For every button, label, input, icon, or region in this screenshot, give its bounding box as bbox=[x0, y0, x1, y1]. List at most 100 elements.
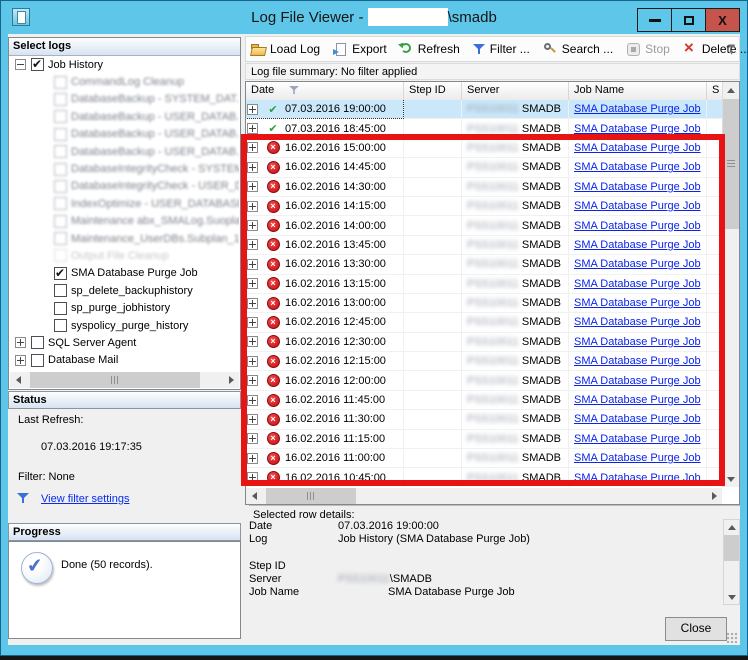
tree-item-databasebackup---system-dat---[interactable]: DatabaseBackup - SYSTEM_DAT... bbox=[10, 91, 239, 108]
expand-icon[interactable] bbox=[247, 472, 258, 484]
job-name-link[interactable]: SMA Database Purge Job bbox=[574, 316, 701, 328]
table-row[interactable]: × 16.02.2016 11:00:00 PSS10011 SMADB SMA Da… bbox=[246, 449, 722, 469]
job-name-link[interactable]: SMA Database Purge Job bbox=[574, 239, 701, 251]
scroll-right-arrow-icon[interactable] bbox=[223, 372, 239, 388]
expand-icon[interactable] bbox=[15, 354, 26, 366]
tree-checkbox[interactable] bbox=[54, 232, 67, 246]
scroll-left-arrow-icon[interactable] bbox=[246, 488, 262, 504]
toolbar-button-filter----[interactable]: Filter ... bbox=[472, 42, 530, 56]
tree-checkbox[interactable] bbox=[54, 197, 67, 211]
tree-item-database-mail[interactable]: Database Mail bbox=[10, 352, 239, 369]
table-row[interactable]: × 16.02.2016 12:15:00 PSS10011 SMADB SMA Da… bbox=[246, 352, 722, 372]
table-row[interactable]: × 16.02.2016 15:00:00 PSS10011 SMADB SMA Da… bbox=[246, 138, 722, 159]
expand-icon[interactable] bbox=[247, 123, 258, 135]
tree-item-sql-server-agent[interactable]: SQL Server Agent bbox=[10, 334, 239, 351]
table-row[interactable]: × 16.02.2016 10:45:00 PSS10011 SMADB SMA Da… bbox=[246, 468, 722, 487]
row-expand-cell[interactable] bbox=[246, 468, 264, 486]
job-name-link[interactable]: SMA Database Purge Job bbox=[574, 258, 701, 270]
row-expand-cell[interactable] bbox=[246, 333, 264, 351]
column-header-date[interactable]: Date bbox=[246, 82, 404, 100]
job-name-link[interactable]: SMA Database Purge Job bbox=[574, 355, 701, 367]
expand-icon[interactable] bbox=[247, 142, 258, 154]
tree-item-databaseintegritycheck---user-d---[interactable]: DatabaseIntegrityCheck - USER_D... bbox=[10, 178, 239, 195]
tree-checkbox[interactable] bbox=[54, 319, 67, 333]
row-expand-cell[interactable] bbox=[246, 449, 264, 467]
tree-item-maintenance-abx-smalog-suopla---[interactable]: Maintenance abx_SMALog.Suopla... bbox=[10, 213, 239, 230]
scroll-up-arrow-icon[interactable] bbox=[723, 82, 739, 98]
tree-checkbox[interactable] bbox=[54, 110, 67, 124]
tree-item-maintenance-userdbs-subplan-1[interactable]: Maintenance_UserDBs.Subplan_1 bbox=[10, 230, 239, 247]
scroll-down-arrow-icon[interactable] bbox=[724, 590, 739, 604]
grid-horizontal-scrollbar[interactable] bbox=[246, 488, 722, 504]
job-name-link[interactable]: SMA Database Purge Job bbox=[574, 375, 701, 387]
row-expand-cell[interactable] bbox=[246, 255, 264, 273]
tree-checkbox[interactable] bbox=[54, 214, 67, 228]
job-name-link[interactable]: SMA Database Purge Job bbox=[574, 161, 701, 173]
tree-scrollbar-thumb[interactable] bbox=[30, 372, 200, 388]
tree-horizontal-scrollbar[interactable] bbox=[10, 372, 239, 388]
row-expand-cell[interactable] bbox=[246, 352, 264, 370]
tree-item-commandlog-cleanup[interactable]: CommandLog Cleanup bbox=[10, 73, 239, 90]
table-row[interactable]: × 16.02.2016 12:30:00 PSS10011 SMADB SMA Da… bbox=[246, 332, 722, 353]
table-row[interactable]: ✔ 07.03.2016 19:00:00 PSS10011 SMADB SMA Da… bbox=[246, 100, 722, 120]
job-name-link[interactable]: SMA Database Purge Job bbox=[574, 200, 701, 212]
row-expand-cell[interactable] bbox=[246, 119, 264, 137]
table-row[interactable]: × 16.02.2016 14:45:00 PSS10011 SMADB SMA Da… bbox=[246, 158, 722, 178]
row-expand-cell[interactable] bbox=[246, 294, 264, 312]
scroll-right-arrow-icon[interactable] bbox=[706, 488, 722, 504]
table-row[interactable]: × 16.02.2016 13:15:00 PSS10011 SMADB SMA Da… bbox=[246, 274, 722, 294]
view-filter-settings-link[interactable]: View filter settings bbox=[41, 493, 129, 505]
grid-scrollbar-thumb[interactable] bbox=[723, 99, 739, 229]
job-name-link[interactable]: SMA Database Purge Job bbox=[574, 123, 701, 135]
tree-item-job-history[interactable]: Job History bbox=[10, 56, 239, 73]
row-expand-cell[interactable] bbox=[246, 371, 264, 389]
toolbar-overflow-icon[interactable]: ▬ ▾ bbox=[726, 42, 737, 57]
tree-checkbox[interactable] bbox=[54, 75, 67, 89]
tree-checkbox[interactable] bbox=[54, 127, 67, 141]
row-expand-cell[interactable] bbox=[246, 236, 264, 254]
table-row[interactable]: × 16.02.2016 14:00:00 PSS10011 SMADB SMA Da… bbox=[246, 216, 722, 236]
minimize-button[interactable] bbox=[637, 8, 672, 32]
table-row[interactable]: × 16.02.2016 11:45:00 PSS10011 SMADB SMA Da… bbox=[246, 390, 722, 411]
row-expand-cell[interactable] bbox=[246, 410, 264, 428]
job-name-link[interactable]: SMA Database Purge Job bbox=[574, 181, 701, 193]
expand-icon[interactable] bbox=[247, 433, 258, 445]
scroll-up-arrow-icon[interactable] bbox=[724, 520, 739, 534]
tree-checkbox[interactable] bbox=[31, 336, 44, 350]
table-row[interactable]: × 16.02.2016 12:00:00 PSS10011 SMADB SMA Da… bbox=[246, 371, 722, 391]
table-row[interactable]: × 16.02.2016 11:30:00 PSS10011 SMADB SMA Da… bbox=[246, 410, 722, 430]
row-expand-cell[interactable] bbox=[246, 430, 264, 448]
expand-icon[interactable] bbox=[247, 355, 258, 367]
toolbar-button-delete----[interactable]: Delete ... bbox=[683, 38, 748, 58]
job-name-link[interactable]: SMA Database Purge Job bbox=[574, 394, 701, 406]
toolbar-button-load-log[interactable]: Load Log bbox=[251, 42, 320, 56]
expand-icon[interactable] bbox=[247, 161, 258, 173]
toolbar-button-export[interactable]: Export bbox=[333, 42, 387, 56]
expand-icon[interactable] bbox=[247, 200, 258, 212]
tree-checkbox[interactable] bbox=[54, 162, 67, 176]
job-name-link[interactable]: SMA Database Purge Job bbox=[574, 336, 701, 348]
table-row[interactable]: × 16.02.2016 13:30:00 PSS10011 SMADB SMA Da… bbox=[246, 255, 722, 275]
tree-item-databaseintegritycheck---system---[interactable]: DatabaseIntegrityCheck - SYSTEM... bbox=[10, 160, 239, 177]
collapse-icon[interactable] bbox=[15, 59, 26, 71]
table-row[interactable]: × 16.02.2016 13:45:00 PSS10011 SMADB SMA Da… bbox=[246, 235, 722, 256]
expand-icon[interactable] bbox=[247, 220, 258, 232]
job-name-link[interactable]: SMA Database Purge Job bbox=[574, 433, 701, 445]
expand-icon[interactable] bbox=[247, 394, 258, 406]
close-window-button[interactable]: X bbox=[705, 8, 740, 32]
job-name-link[interactable]: SMA Database Purge Job bbox=[574, 142, 701, 154]
tree-checkbox[interactable] bbox=[54, 284, 67, 298]
tree-checkbox[interactable] bbox=[54, 179, 67, 193]
tree-checkbox[interactable] bbox=[31, 57, 44, 72]
table-row[interactable]: × 16.02.2016 14:30:00 PSS10011 SMADB SMA Da… bbox=[246, 177, 722, 197]
job-name-link[interactable]: SMA Database Purge Job bbox=[574, 413, 701, 425]
job-name-link[interactable]: SMA Database Purge Job bbox=[574, 452, 701, 464]
maximize-button[interactable] bbox=[671, 8, 706, 32]
column-header-step-id[interactable]: Step ID bbox=[404, 82, 462, 100]
scroll-left-arrow-icon[interactable] bbox=[10, 372, 26, 388]
tree-item-databasebackup---user-datab---[interactable]: DatabaseBackup - USER_DATAB... bbox=[10, 108, 239, 125]
tree-item-databasebackup---user-datab---[interactable]: DatabaseBackup - USER_DATAB... bbox=[10, 126, 239, 143]
tree-item-sp-delete-backuphistory[interactable]: sp_delete_backuphistory bbox=[10, 282, 239, 299]
tree-checkbox[interactable] bbox=[54, 145, 67, 159]
grid-h-scrollbar-thumb[interactable] bbox=[266, 488, 356, 504]
